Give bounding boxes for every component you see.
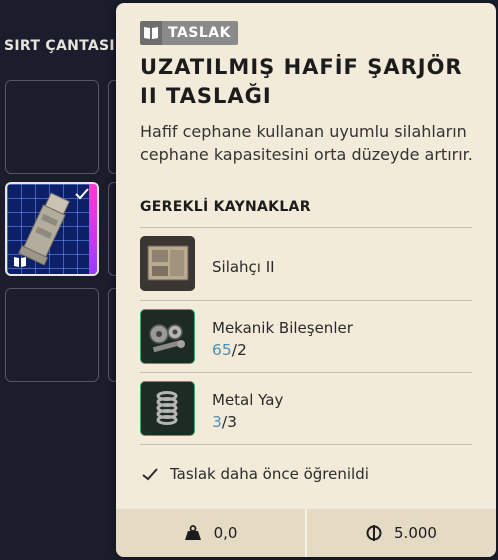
blueprint-badge: TASLAK (140, 21, 238, 45)
resource-quantity: 65/2 (212, 341, 247, 359)
resource-row: Metal Yay 3/3 (140, 373, 472, 445)
blueprint-book-icon (14, 257, 26, 267)
spring-icon (140, 381, 195, 436)
item-tooltip: TASLAK UZATILMIŞ HAFİF ŞARJÖR II TASLAĞI… (116, 3, 496, 557)
resource-name: Metal Yay (212, 391, 284, 409)
inventory-slot[interactable] (5, 80, 99, 174)
item-description: Hafif cephane kullanan uyumlu silahların… (140, 122, 473, 164)
resource-name: Mekanik Bileşenler (212, 319, 353, 337)
resource-row: Mekanik Bileşenler 65/2 (140, 301, 472, 373)
inventory-slot[interactable] (5, 288, 99, 382)
rarity-edge (89, 184, 97, 274)
quantity-owned: 3 (212, 413, 222, 431)
checkmark-icon (75, 188, 89, 200)
learned-status: Taslak daha önce öğrenildi (142, 465, 369, 483)
resource-quantity: 3/3 (212, 413, 237, 431)
divider (140, 444, 472, 445)
weight-value: 0,0 (213, 524, 238, 542)
inventory-slot-selected[interactable] (5, 182, 99, 276)
gears-icon (140, 309, 195, 364)
quantity-required: 3 (227, 413, 237, 431)
badge-label: TASLAK (162, 21, 238, 45)
quantity-owned: 65 (212, 341, 232, 359)
item-stats-footer: 0,0 5.000 (116, 509, 496, 557)
inventory-title: SIRT ÇANTASI (4, 38, 115, 54)
resource-name: Silahçı II (212, 258, 275, 276)
checkmark-icon (142, 467, 158, 480)
weight-stat: 0,0 (116, 509, 305, 557)
learned-text: Taslak daha önce öğrenildi (170, 465, 369, 483)
quantity-required: 2 (236, 341, 247, 359)
requirements-heading: GEREKLİ KAYNAKLAR (140, 199, 311, 215)
item-title: UZATILMIŞ HAFİF ŞARJÖR II TASLAĞI (140, 55, 463, 108)
price-stat: 5.000 (307, 509, 496, 557)
price-value: 5.000 (394, 524, 437, 542)
resource-row: Silahçı II (140, 228, 472, 300)
weight-icon (184, 525, 201, 540)
workbench-icon (140, 236, 195, 291)
blueprint-book-icon (140, 21, 162, 45)
coin-icon (366, 525, 382, 541)
